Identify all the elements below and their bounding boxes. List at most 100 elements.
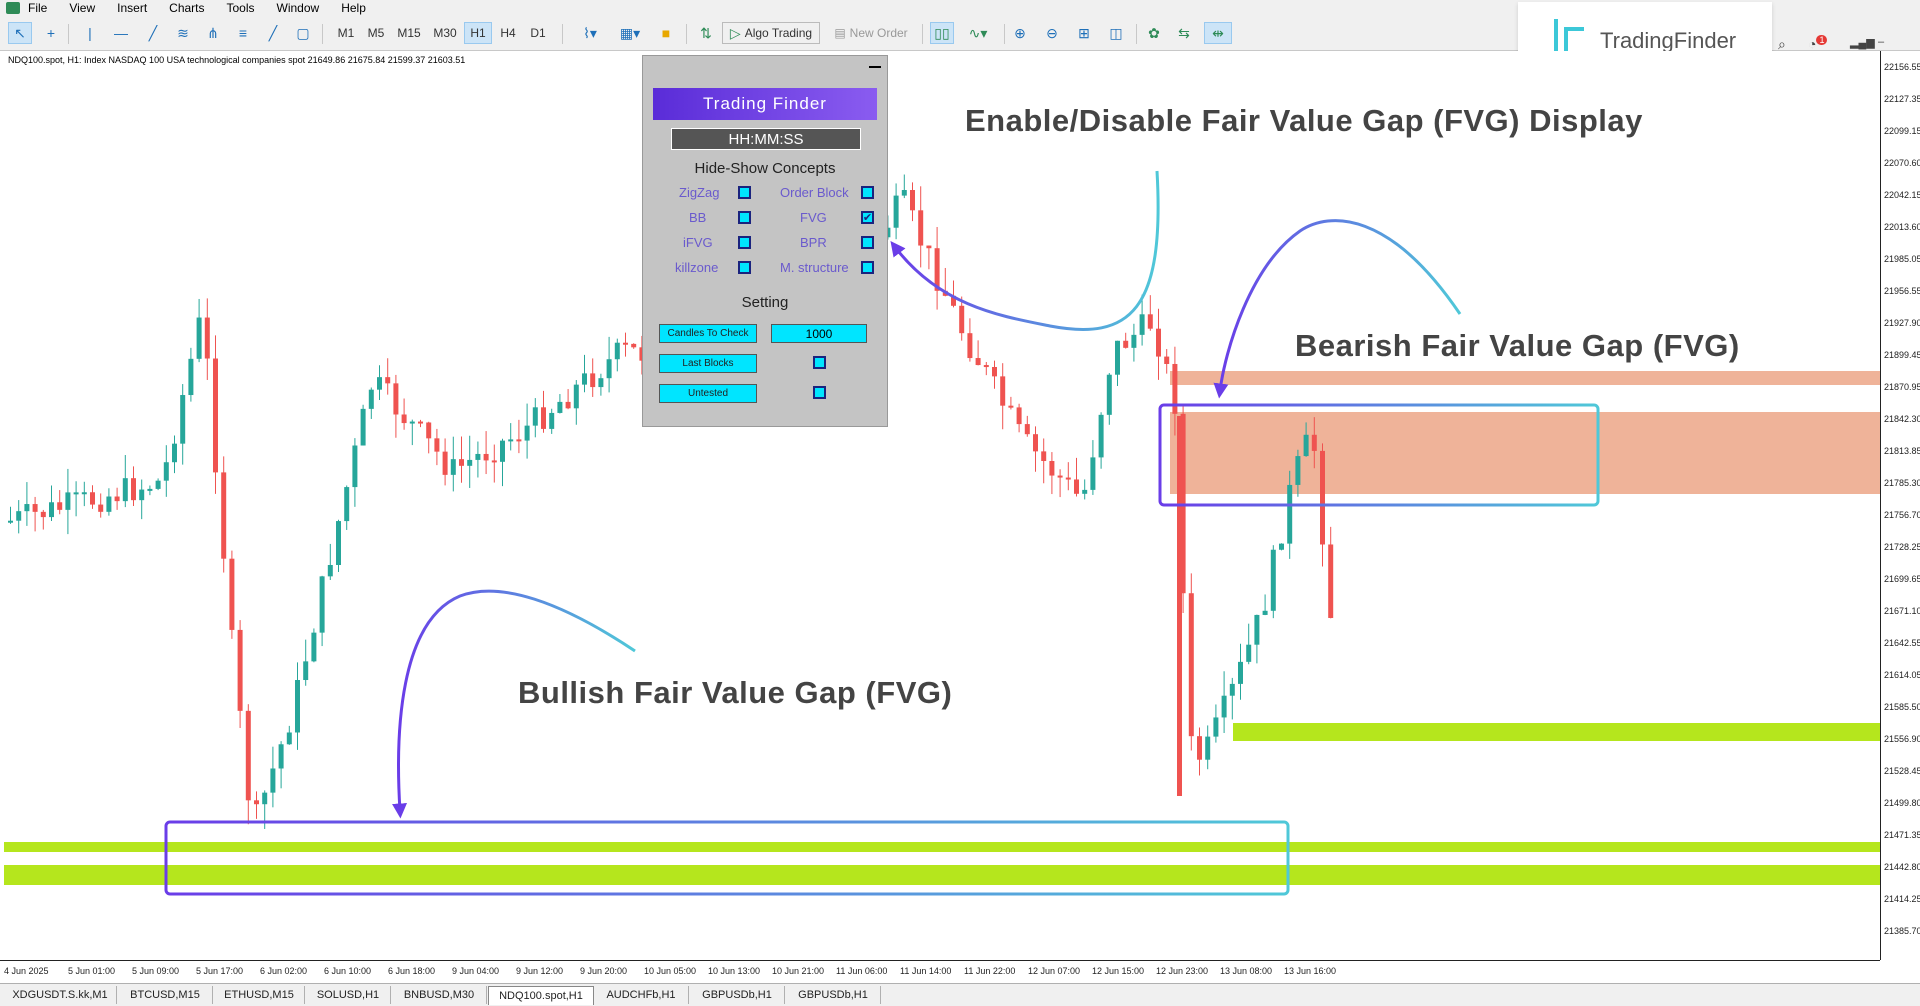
candles-to-check-input[interactable]: 1000 [771,324,867,343]
tf-h4[interactable]: H4 [494,22,522,44]
checkbox-last-blocks[interactable] [813,356,826,369]
trendline-icon[interactable]: ╱ [142,22,164,44]
candle-body [245,710,251,801]
checkbox-bb[interactable] [738,211,751,224]
tf-m15[interactable]: M15 [392,22,426,44]
annotation-bearish-fvg: Bearish Fair Value Gap (FVG) [1295,328,1740,363]
tab-ethusd[interactable]: ETHUSD,M15 [214,986,305,1004]
candle-body [418,421,423,424]
tf-d1[interactable]: D1 [524,22,552,44]
candle-body [910,190,915,211]
checkbox-bpr[interactable] [861,236,874,249]
time-label: 5 Jun 01:00 [68,966,116,976]
candle-body [614,342,620,360]
candle-body [196,317,202,359]
tab-gbpusd-1[interactable]: GBPUSDb,H1 [690,986,785,1004]
menu-file[interactable]: File [28,1,47,15]
crosshair-icon[interactable]: + [40,22,62,44]
folder-icon[interactable]: ■ [654,22,678,44]
checkbox-killzone[interactable] [738,261,751,274]
grid-icon[interactable]: ⊞ [1072,22,1096,44]
pitchfork-icon[interactable]: ⋔ [202,22,224,44]
tab-solusd[interactable]: SOLUSD,H1 [306,986,391,1004]
vertical-line-icon[interactable]: | [80,22,100,44]
new-order-button[interactable]: ▤ New Order [826,22,916,44]
screenshot-icon[interactable]: ◫ [1104,22,1128,44]
tab-btcusd[interactable]: BTCUSD,M15 [118,986,213,1004]
time-label: 12 Jun 07:00 [1028,966,1081,976]
candle-body [1164,356,1170,364]
candle-body [1131,334,1137,348]
menu-view[interactable]: View [69,1,95,15]
tf-m1[interactable]: M1 [332,22,360,44]
menu-charts[interactable]: Charts [169,1,204,15]
candle-body [500,440,505,462]
channel-icon[interactable]: ≋ [172,22,194,44]
price-chart[interactable] [0,51,1880,960]
candle-body [24,504,30,512]
price-label: 21927.90 [1884,318,1920,328]
window-controls[interactable]: – [1878,36,1884,48]
tab-audchf[interactable]: AUDCHFb,H1 [594,986,689,1004]
horizontal-line-icon[interactable]: — [110,22,132,44]
time-axis[interactable] [0,960,1880,961]
candles-icon[interactable]: ▯▯ [930,22,954,44]
minimize-icon[interactable] [869,60,881,68]
algo-trading-button[interactable]: ▷ Algo Trading [722,22,820,44]
price-label: 21614.05 [1884,670,1920,680]
candle-body [1074,479,1079,494]
checkbox-untested[interactable] [813,386,826,399]
tab-bnbusd[interactable]: BNBUSD,M30 [392,986,487,1004]
zoom-in-icon[interactable]: ⊕ [1008,22,1032,44]
tab-xdgusdt[interactable]: XDGUSDT.S.kk,M1 [4,986,117,1004]
tf-m5[interactable]: M5 [362,22,390,44]
notifications-icon[interactable]: ◔ 1 [1808,35,1828,52]
checkbox-market-structure[interactable] [861,261,874,274]
time-label: 6 Jun 18:00 [388,966,436,976]
templates-icon[interactable]: ▦▾ [612,22,648,44]
checkbox-zigzag[interactable] [738,186,751,199]
candle-body [319,576,325,633]
candle-body [393,383,399,415]
menu-tools[interactable]: Tools [227,1,255,15]
untested-button[interactable]: Untested [659,384,757,403]
candle-body [1246,644,1252,662]
chart-type-icon[interactable]: ∿▾ [960,22,996,44]
menu-window[interactable]: Window [277,1,320,15]
candle-body [1279,543,1284,550]
menu-help[interactable]: Help [341,1,366,15]
fibonacci-icon[interactable]: ≡ [232,22,254,44]
tab-gbpusd-2[interactable]: GBPUSDb,H1 [786,986,881,1004]
panel-header[interactable] [643,56,887,76]
price-axis[interactable] [1880,51,1920,960]
indicator-panel[interactable]: Trading Finder HH:MM:SS Hide-Show Concep… [642,55,888,427]
candle-body [475,453,481,460]
checkbox-order-block[interactable] [861,186,874,199]
shapes-icon[interactable]: ╱ [262,22,284,44]
text-tool-icon[interactable]: ▢ [292,22,314,44]
candle-body [959,305,965,334]
candle-body [311,632,317,662]
chart-title: NDQ100.spot, H1: Index NASDAQ 100 USA te… [8,55,466,65]
time-label: 9 Jun 20:00 [580,966,628,976]
checkbox-ifvg[interactable] [738,236,751,249]
candle-body [377,377,382,390]
tf-h1[interactable]: H1 [464,22,492,44]
checkbox-fvg[interactable]: ✔ [861,211,874,224]
settings-icon[interactable]: ✿ [1142,22,1166,44]
menu-insert[interactable]: Insert [117,1,147,15]
tab-ndq100[interactable]: NDQ100.spot,H1 [488,986,594,1005]
autoscroll-icon[interactable]: ⇆ [1172,22,1196,44]
tf-m30[interactable]: M30 [428,22,462,44]
cursor-tool-icon[interactable]: ↖ [8,22,32,44]
zoom-out-icon[interactable]: ⊖ [1040,22,1064,44]
candles-to-check-button[interactable]: Candles To Check [659,324,757,343]
indicators-icon[interactable]: ⌇▾ [572,22,608,44]
chart-shift-icon[interactable]: ⇹ [1204,22,1232,44]
arrow-to-bearish-fvg [1213,219,1462,399]
label-bb: BB [689,210,707,225]
candle-body [344,487,350,522]
candle-body [1016,407,1022,425]
strategy-tester-icon[interactable]: ⇅ [694,22,718,44]
last-blocks-button[interactable]: Last Blocks [659,354,757,373]
